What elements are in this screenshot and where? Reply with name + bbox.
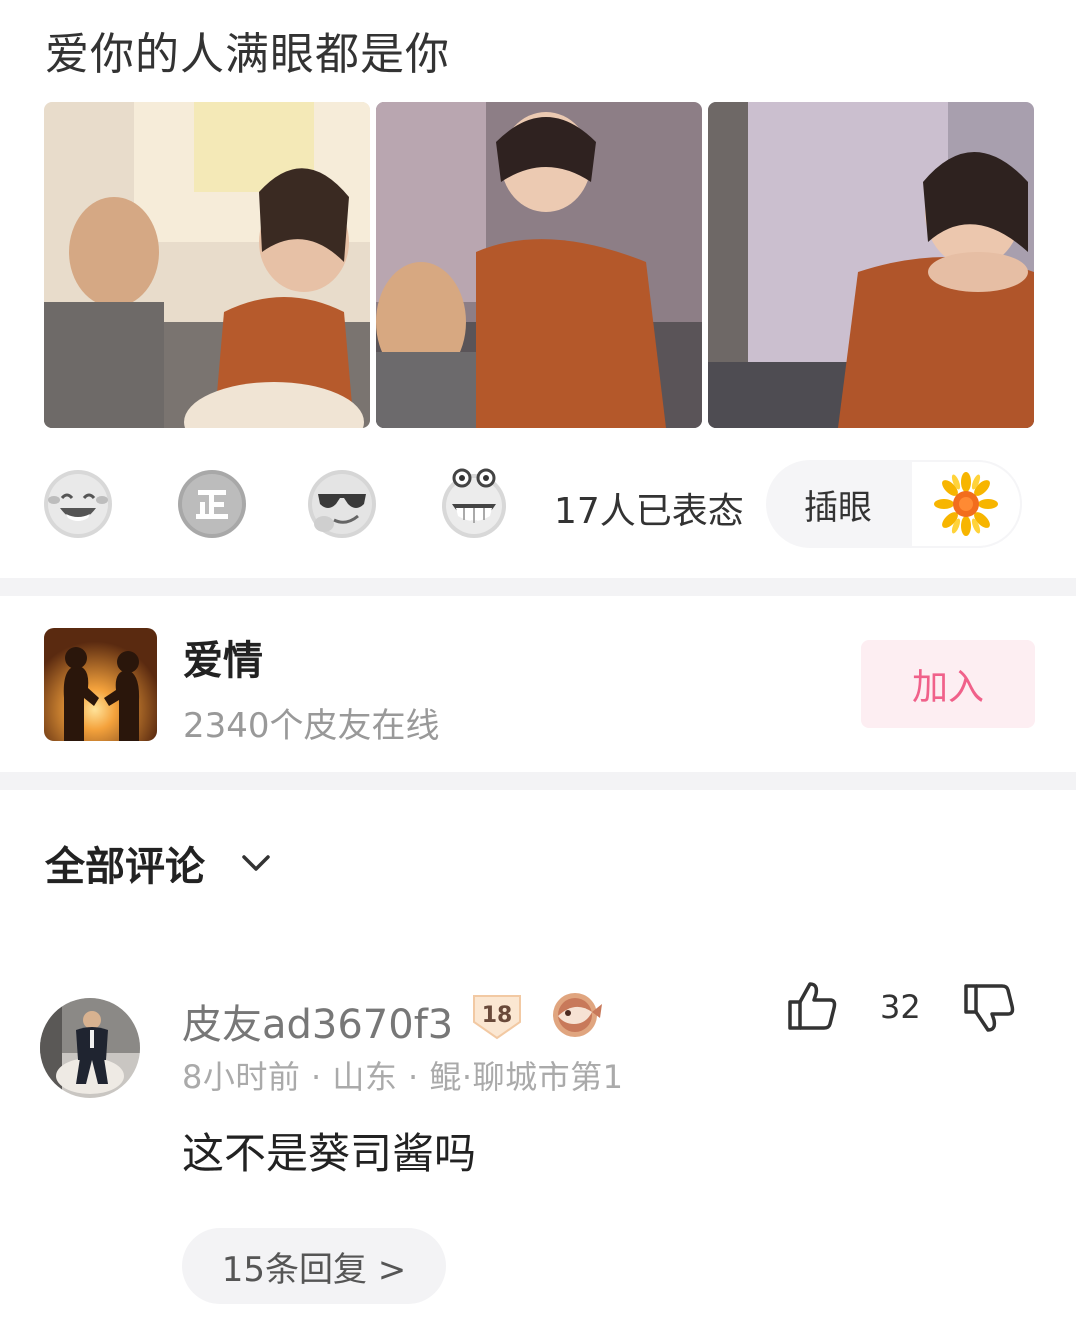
reaction-count: 17人已表态	[554, 491, 744, 532]
group-avatar[interactable]	[44, 628, 157, 741]
grin-icon[interactable]	[438, 468, 510, 540]
laugh-tears-icon[interactable]	[42, 468, 114, 540]
avatar[interactable]	[40, 998, 140, 1098]
join-group-button[interactable]: 加入	[861, 640, 1035, 728]
comments-title: 全部评论	[45, 844, 205, 890]
comment-meta: 8小时前 · 山东 · 鲲·聊城市第1	[182, 1058, 624, 1096]
comment-username[interactable]: 皮友ad3670f3	[182, 992, 453, 1050]
comments-sort-toggle[interactable]: 全部评论	[45, 834, 271, 892]
zheng-icon[interactable]	[176, 468, 248, 540]
group-online-count: 2340个皮友在线	[183, 706, 440, 746]
reaction-bar: 17人已表态 插眼	[40, 460, 1030, 548]
photo-grid	[44, 102, 1034, 428]
thumbs-up-icon[interactable]	[786, 980, 838, 1032]
vote-icon-button[interactable]	[910, 460, 1022, 548]
cool-sunglasses-icon[interactable]	[306, 468, 378, 540]
chevron-down-icon	[242, 855, 270, 871]
level-badge: 18	[470, 992, 524, 1040]
comment-item: 皮友ad3670f3 18 8小时前 · 山东 · 鲲·聊城市第1 这不是葵司酱…	[0, 980, 1076, 1320]
group-name[interactable]: 爱情	[183, 628, 263, 686]
like-count: 32	[880, 988, 921, 1026]
thumbs-down-icon[interactable]	[962, 982, 1016, 1034]
level-number: 18	[482, 1003, 513, 1028]
section-divider	[0, 578, 1076, 596]
comment-text: 这不是葵司酱吗	[182, 1129, 477, 1178]
vote-pill[interactable]: 插眼	[766, 460, 1022, 548]
post-photo-1[interactable]	[44, 102, 370, 428]
sunflower-icon	[934, 472, 998, 536]
view-replies-button[interactable]: 15条回复 >	[182, 1228, 446, 1304]
section-divider	[0, 772, 1076, 790]
post-photo-2[interactable]	[376, 102, 702, 428]
vote-label[interactable]: 插眼	[766, 460, 910, 548]
kun-medal-icon	[546, 990, 604, 1040]
post-title: 爱你的人满眼都是你	[45, 29, 450, 80]
post-photo-3[interactable]	[708, 102, 1034, 428]
group-card[interactable]: 爱情 2340个皮友在线 加入	[0, 598, 1076, 770]
